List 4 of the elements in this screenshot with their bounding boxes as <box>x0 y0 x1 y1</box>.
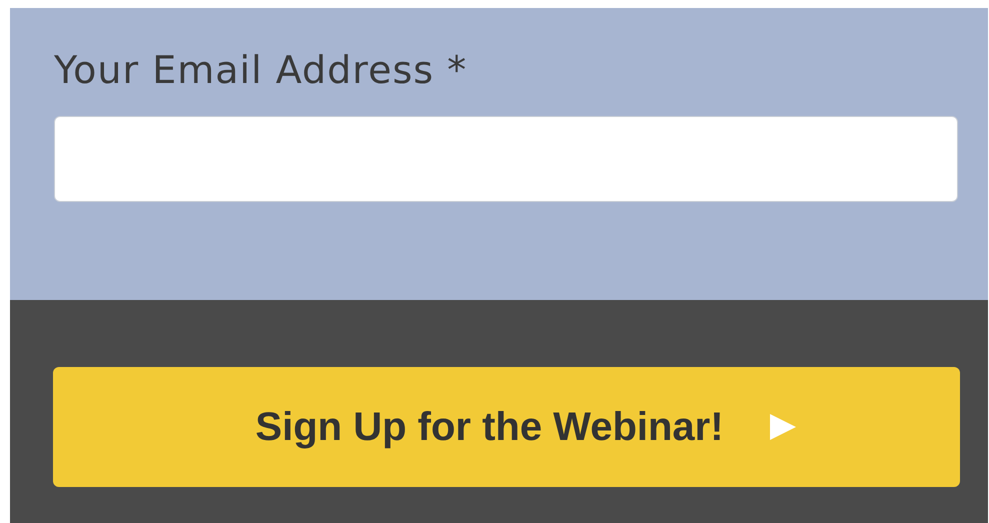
field-label: Your Email Address * <box>54 47 468 94</box>
play-icon <box>768 412 798 442</box>
sign-up-button[interactable]: Sign Up for the Webinar! <box>53 367 960 487</box>
email-input-field[interactable] <box>54 116 958 202</box>
